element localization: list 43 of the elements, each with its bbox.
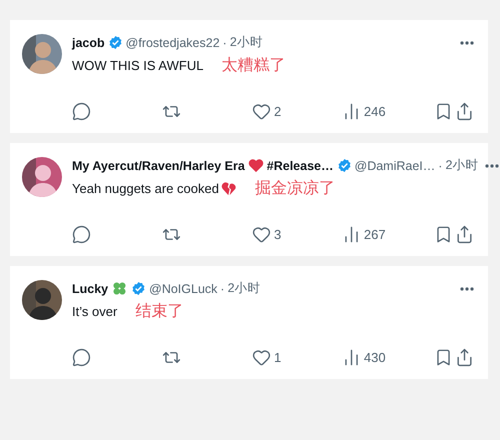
like-button[interactable]: 1: [252, 348, 342, 367]
share-icon: [454, 225, 474, 244]
timestamp: 2小时: [230, 34, 263, 51]
like-button[interactable]: 2: [252, 102, 342, 121]
timestamp: 2小时: [445, 157, 478, 174]
display-name: Lucky: [72, 282, 108, 296]
share-button[interactable]: [454, 225, 474, 244]
broken-heart-icon: [220, 181, 237, 196]
annotation-text: 掘金凉凉了: [254, 178, 335, 199]
reply-icon: [72, 102, 91, 121]
share-button[interactable]: [454, 102, 474, 121]
separator: ·: [438, 158, 442, 172]
annotation-text: 太糟糕了: [221, 56, 286, 76]
user-handle: @NoIGLuck: [149, 282, 218, 296]
display-name: #Release…: [266, 158, 334, 172]
more-icon: [485, 164, 500, 168]
reply-icon: [72, 348, 91, 367]
display-name: My Ayercut/Raven/Harley Era: [72, 158, 245, 172]
heart-icon: [252, 102, 271, 121]
views-button[interactable]: 267: [342, 225, 434, 244]
timestamp: 2小时: [228, 280, 261, 297]
heart-icon: [248, 158, 264, 173]
user-handle: @DamiRaeI…: [354, 158, 436, 172]
clover-icon: [111, 280, 128, 297]
views-button[interactable]: 430: [342, 348, 434, 367]
display-name: jacob: [72, 36, 105, 50]
reply-text: It’s over: [72, 304, 118, 319]
more-icon: [460, 286, 474, 290]
separator: ·: [222, 36, 227, 50]
heart-icon: [252, 348, 271, 367]
share-button[interactable]: [454, 348, 474, 367]
views-button[interactable]: 246: [342, 102, 434, 121]
like-button[interactable]: 3: [252, 225, 342, 244]
share-icon: [454, 102, 474, 121]
user-handle: @frostedjakes22: [126, 36, 220, 50]
separator: ·: [220, 282, 225, 296]
share-icon: [454, 348, 474, 367]
heart-icon: [252, 225, 271, 244]
reply-text: Yeah nuggets are cooked: [72, 181, 219, 196]
annotation-text: 结束了: [135, 302, 184, 322]
reply-icon: [72, 225, 91, 244]
reply-text: WOW THIS IS AWFUL: [72, 58, 204, 73]
more-icon: [460, 40, 474, 44]
